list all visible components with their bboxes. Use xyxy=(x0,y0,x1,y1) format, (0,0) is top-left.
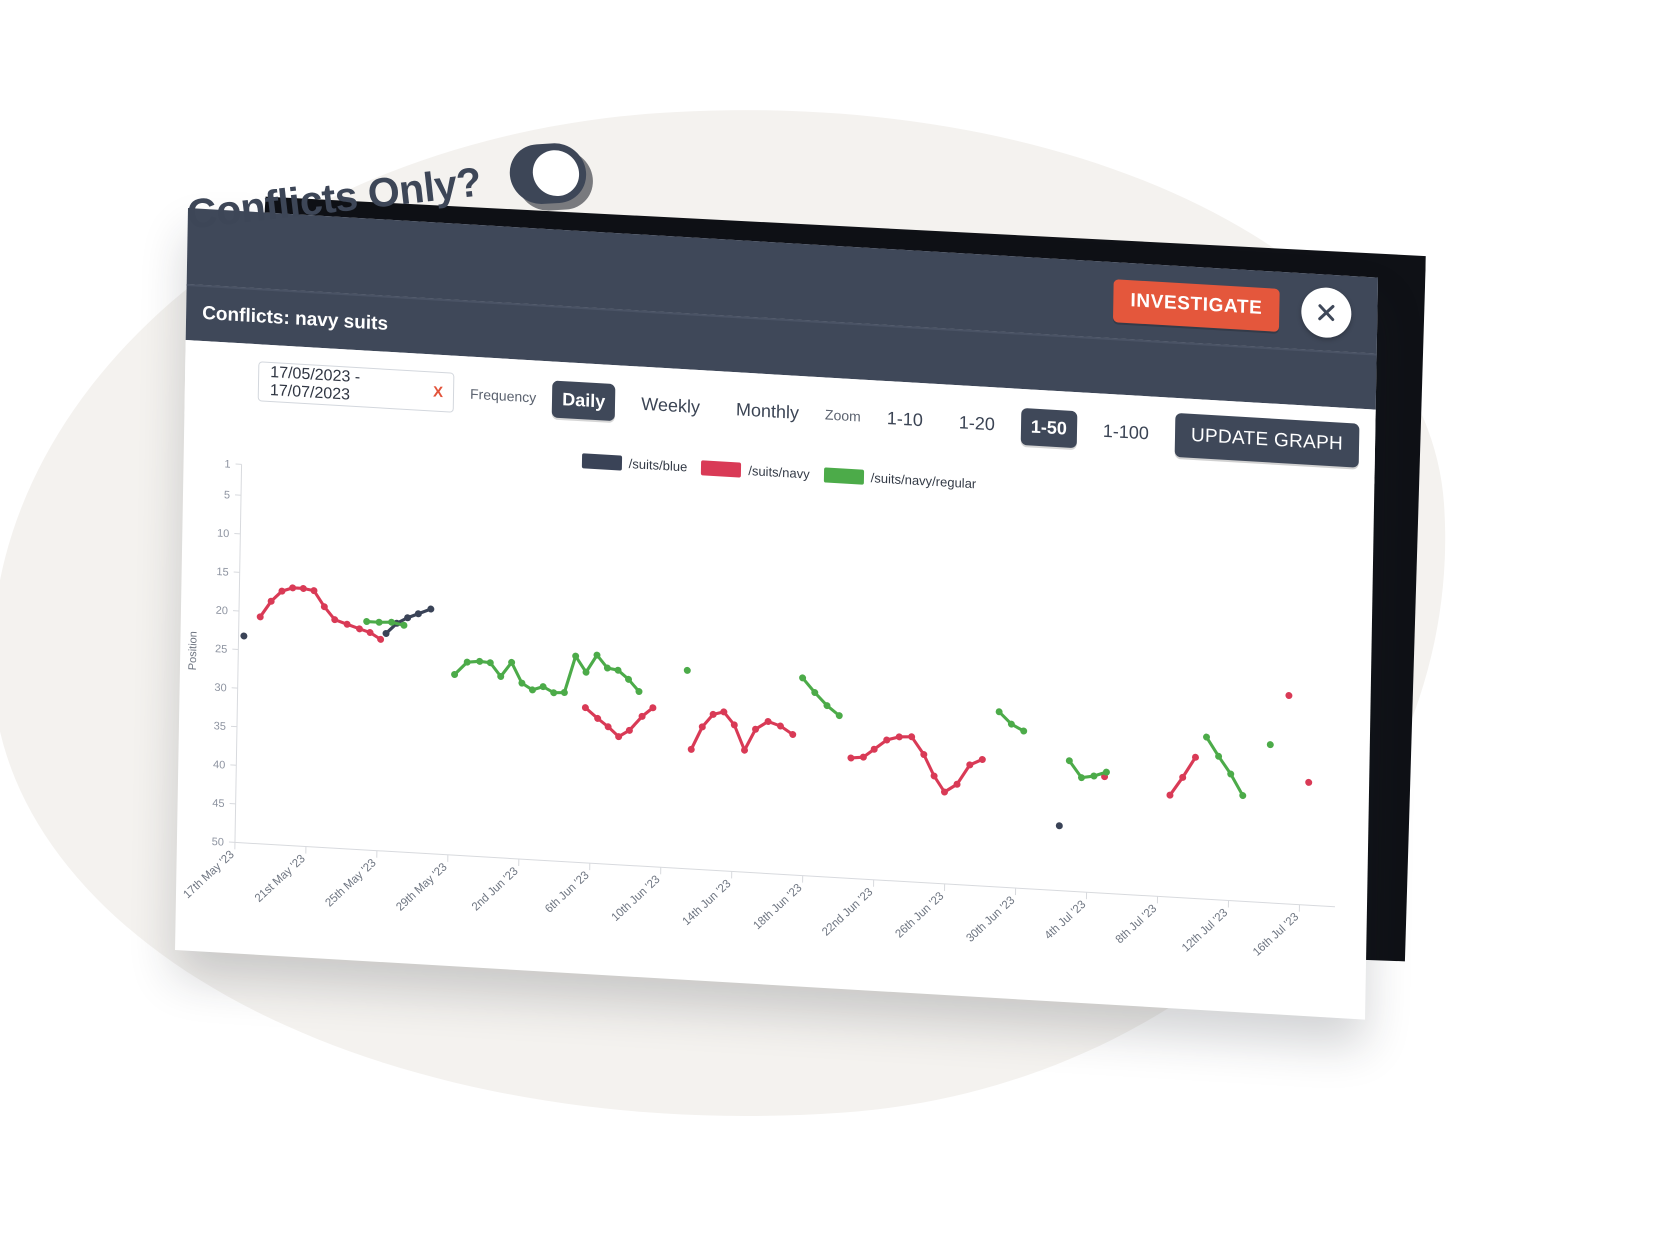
legend-swatch-suits-navy xyxy=(701,460,742,478)
y-tick-label: 35 xyxy=(214,720,226,733)
y-tick-label: 25 xyxy=(215,643,227,656)
close-icon xyxy=(1318,304,1335,322)
x-tick-label: 18th Jun '23 xyxy=(751,882,804,932)
legend-swatch-suits-blue xyxy=(581,453,622,471)
zoom-option-1-20[interactable]: 1-20 xyxy=(949,403,1006,443)
y-tick-label: 15 xyxy=(216,566,228,579)
close-button[interactable] xyxy=(1300,286,1352,340)
update-graph-button[interactable]: UPDATE GRAPH xyxy=(1174,412,1360,468)
x-tick-label: 21st May '23 xyxy=(253,853,308,905)
zoom-option-1-10[interactable]: 1-10 xyxy=(876,399,933,439)
x-tick-label: 4th Jul '23 xyxy=(1043,898,1089,942)
data-point[interactable] xyxy=(1285,692,1293,700)
legend-item-suits-navy[interactable]: /suits/navy xyxy=(701,460,810,482)
series-line-segment xyxy=(453,653,641,695)
y-tick-label: 30 xyxy=(214,682,226,695)
data-point[interactable] xyxy=(343,620,351,628)
x-tick-label: 10th Jun '23 xyxy=(609,874,662,924)
data-point[interactable] xyxy=(560,689,568,697)
frequency-label: Frequency xyxy=(469,385,537,406)
frequency-option-monthly[interactable]: Monthly xyxy=(726,390,810,432)
toggle-knob xyxy=(530,148,583,198)
legend-item-suits-blue[interactable]: /suits/blue xyxy=(581,453,688,475)
date-range-value: 17/05/2023 - 17/07/2023 xyxy=(269,363,361,404)
y-axis-title: Position xyxy=(187,631,200,671)
y-tick-label: 1 xyxy=(224,458,230,470)
zoom-label: Zoom xyxy=(824,406,861,425)
data-point[interactable] xyxy=(240,632,248,640)
screenshot-stage: Conflicts Only? INVESTIGATE Conflicts: n… xyxy=(0,0,1668,1251)
x-tick-label: 30th Jun '23 xyxy=(964,894,1017,944)
zoom-option-1-50[interactable]: 1-50 xyxy=(1020,407,1078,448)
position-line-chart: 15101520253035404550Position17th May '23… xyxy=(181,458,1335,959)
date-range-field[interactable]: 17/05/2023 - 17/07/2023 X xyxy=(257,361,455,413)
data-point[interactable] xyxy=(355,625,363,633)
series-suits-navy xyxy=(256,584,1313,799)
investigate-button[interactable]: INVESTIGATE xyxy=(1113,278,1280,332)
x-tick-label: 26th Jun '23 xyxy=(893,890,946,940)
data-point[interactable] xyxy=(363,618,371,626)
y-tick-label: 20 xyxy=(216,605,228,618)
data-point[interactable] xyxy=(1266,741,1274,749)
data-point[interactable] xyxy=(299,584,307,592)
series-line-segment xyxy=(801,676,841,718)
data-point[interactable] xyxy=(1090,772,1098,780)
data-point[interactable] xyxy=(289,584,297,592)
y-tick-label: 50 xyxy=(212,836,224,849)
y-tick-label: 40 xyxy=(213,759,225,772)
series-suits-navy-regular xyxy=(363,618,1274,800)
x-tick-label: 6th Jun '23 xyxy=(543,869,592,915)
conflicts-subtitle: Conflicts: navy suits xyxy=(201,302,389,335)
x-tick-label: 16th Jul '23 xyxy=(1251,911,1301,959)
legend-label-suits-navy: /suits/navy xyxy=(748,463,810,482)
legend-swatch-suits-navy-regular xyxy=(823,467,864,485)
date-range-clear-icon[interactable]: X xyxy=(433,383,443,401)
series-line-segment xyxy=(258,586,383,641)
data-point[interactable] xyxy=(375,618,383,626)
y-tick-label: 5 xyxy=(224,489,230,501)
zoom-option-1-100[interactable]: 1-100 xyxy=(1093,412,1160,453)
frequency-option-daily[interactable]: Daily xyxy=(551,379,616,421)
data-point[interactable] xyxy=(1305,778,1313,786)
data-point[interactable] xyxy=(683,666,691,674)
y-tick-label: 45 xyxy=(212,797,224,810)
x-tick-label: 12th Jul '23 xyxy=(1180,907,1230,955)
series-line-segment xyxy=(1067,759,1108,780)
x-tick-label: 2nd Jun '23 xyxy=(470,865,521,913)
chart-plot-area[interactable]: 1 5 10 15 20 25 30 35 40 45 50 Position 17th May '23… xyxy=(175,451,1374,1021)
series-line-segment xyxy=(1204,735,1245,798)
data-point[interactable] xyxy=(895,733,903,741)
legend-label-suits-navy-regular: /suits/navy/regular xyxy=(870,470,977,492)
legend-item-suits-navy-regular[interactable]: /suits/navy/regular xyxy=(823,467,977,492)
x-tick-label: 25th May '23 xyxy=(323,857,378,910)
series-line-segment xyxy=(849,735,984,794)
x-tick-label: 8th Jul '23 xyxy=(1114,903,1160,947)
conflicts-only-toggle[interactable] xyxy=(507,141,590,206)
graph-window: INVESTIGATE Conflicts: navy suits 17/05/… xyxy=(175,208,1378,1020)
legend-label-suits-blue: /suits/blue xyxy=(628,456,688,475)
data-point[interactable] xyxy=(847,754,855,762)
x-tick-label: 14th Jun '23 xyxy=(680,878,733,928)
data-point[interactable] xyxy=(476,657,484,665)
x-tick-label: 22nd Jun '23 xyxy=(820,886,875,939)
y-tick-label: 10 xyxy=(217,527,229,540)
x-tick-label: 17th May '23 xyxy=(181,849,236,902)
data-point[interactable] xyxy=(1055,822,1063,830)
x-tick-label: 29th May '23 xyxy=(394,861,449,914)
frequency-option-weekly[interactable]: Weekly xyxy=(631,385,710,427)
